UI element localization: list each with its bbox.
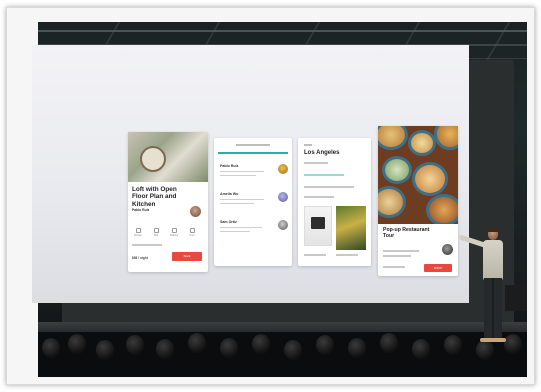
audience-head (126, 335, 144, 355)
event-poster[interactable] (336, 206, 366, 250)
host-avatar (190, 206, 201, 217)
audience-head (316, 335, 334, 355)
kitchen-icon (135, 228, 141, 233)
header-line (236, 144, 270, 146)
audience-head (68, 334, 86, 354)
audience-head (252, 334, 270, 354)
amenity-kitchen: Kitchen (132, 228, 144, 237)
avatar (278, 192, 288, 202)
podium (505, 285, 527, 311)
pool-icon (189, 228, 195, 233)
audience-head (156, 339, 174, 359)
presenter-shoes (480, 338, 506, 342)
avatar (278, 164, 288, 174)
message-row[interactable]: Amelia Wu (220, 190, 288, 212)
amenity-wifi: Wifi (150, 228, 162, 237)
audience-head (444, 335, 462, 355)
audience-head (348, 338, 366, 358)
listing-card: Loft with Open Floor Plan and Kitchen Pa… (128, 132, 208, 272)
price-text: $98 / night (132, 256, 148, 260)
event-title: Pop-up Restaurant Tour (383, 227, 430, 239)
text-line (132, 244, 162, 246)
audience-head (220, 338, 238, 358)
audience-head (412, 339, 430, 359)
message-row[interactable]: Sam Ortiz (220, 218, 288, 240)
audience-head (284, 340, 302, 360)
message-row[interactable]: Pablo Ruiz (220, 162, 288, 184)
amenity-parking: Parking (168, 228, 180, 237)
back-arrow-icon[interactable] (304, 144, 312, 146)
wifi-icon (153, 228, 159, 233)
amenity-pool: Pool (186, 228, 198, 237)
audience-head (96, 340, 114, 360)
event-card: Pop-up Restaurant Tour RSVP (378, 126, 458, 276)
event-poster[interactable] (304, 206, 332, 246)
city-title: Los Angeles (304, 150, 340, 156)
presenter-legs (484, 278, 502, 340)
city-card: Los Angeles (298, 138, 371, 266)
tab-indicator (218, 152, 288, 154)
parking-icon (171, 228, 177, 233)
audience-head (42, 338, 60, 358)
audience-head (188, 333, 206, 353)
audience (38, 332, 527, 377)
presenter-torso (483, 240, 503, 280)
book-button[interactable]: Book (172, 252, 202, 261)
audience-head (380, 333, 398, 353)
avatar (278, 220, 288, 230)
avatar (442, 244, 453, 255)
presenter-hair (487, 227, 499, 232)
host-name: Pablo Ruiz (132, 208, 150, 212)
food-photo (378, 126, 458, 224)
listing-title: Loft with Open Floor Plan and Kitchen (132, 186, 177, 208)
rsvp-button[interactable]: RSVP (424, 264, 452, 272)
messages-card: Pablo Ruiz Amelia Wu Sam Ortiz (214, 138, 292, 266)
kitchen-photo (128, 132, 208, 182)
